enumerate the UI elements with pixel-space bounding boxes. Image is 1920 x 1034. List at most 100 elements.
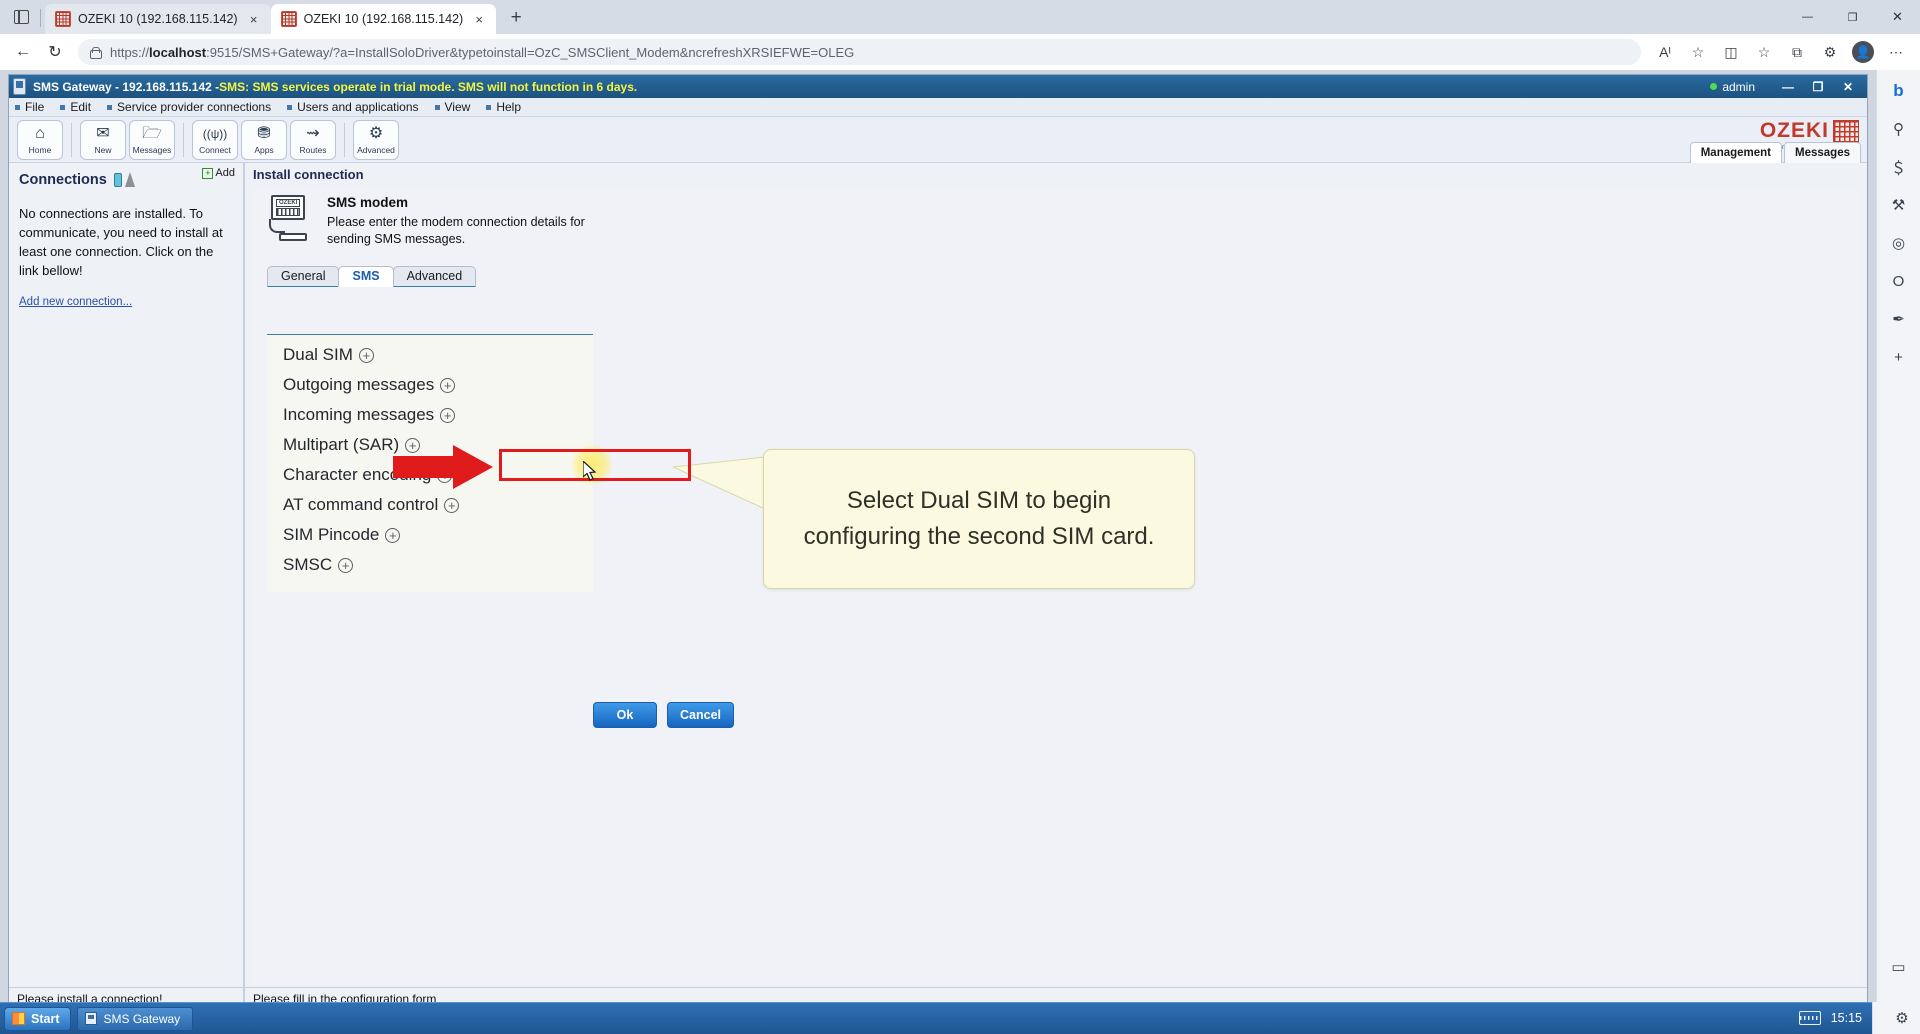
accordion-item-at-command-control[interactable]: AT command control + [267, 490, 593, 520]
collections-icon[interactable]: ⧉ [1781, 38, 1813, 66]
cancel-button[interactable]: Cancel [667, 702, 734, 728]
expand-icon[interactable]: + [440, 407, 456, 423]
sms-modem-icon: OZEKI [267, 195, 313, 243]
close-icon[interactable]: × [245, 10, 263, 28]
clock-label[interactable]: 15:15 [1831, 1011, 1862, 1025]
browser-tab-2[interactable]: OZEKI 10 (192.168.115.142) × [270, 4, 497, 34]
split-screen-icon[interactable]: ◫ [1715, 38, 1747, 66]
favorites-icon[interactable]: ☆ [1748, 38, 1780, 66]
add-connection-label: Add [215, 167, 235, 179]
drop-icon[interactable]: ✒ [1886, 306, 1912, 332]
toolbar-button-home[interactable]: ⌂ Home [17, 119, 63, 160]
copilot-icon[interactable]: b [1886, 78, 1912, 104]
tab-general[interactable]: General [267, 265, 340, 287]
accordion-item-multipart-sar-label: Multipart (SAR) [283, 435, 400, 454]
back-icon[interactable]: ← [8, 38, 38, 66]
menu-item-service-provider-connections-label: Service provider connections [117, 100, 272, 114]
maximize-icon[interactable]: ❐ [1803, 75, 1833, 98]
browser-essentials-icon[interactable]: ⚙ [1814, 38, 1846, 66]
tab-sms[interactable]: SMS [338, 265, 394, 287]
expand-icon[interactable]: + [405, 437, 421, 453]
sms-gateway-icon [85, 1012, 98, 1025]
app-window-controls: admin — ❐ ✕ [1710, 75, 1863, 98]
accordion-item-incoming-messages[interactable]: Incoming messages + [267, 400, 593, 430]
no-connections-message: No connections are installed. To communi… [19, 206, 223, 278]
browser-action-icons: Aᴵ ☆ ◫ ☆ ⧉ ⚙ 👤 ⋯ [1649, 38, 1912, 66]
menu-bullet-icon [287, 104, 293, 110]
keyboard-icon[interactable] [1798, 1011, 1821, 1025]
start-button[interactable]: Start [4, 1006, 72, 1031]
menu-item-users-and-applications[interactable]: Users and applications [287, 100, 427, 114]
menu-item-help-label: Help [496, 100, 521, 114]
tab-management[interactable]: Management [1689, 142, 1783, 163]
toolbar-button-advanced-label: Advanced [357, 144, 395, 155]
windows-logo-icon [12, 1012, 25, 1025]
menu-item-file[interactable]: File [15, 100, 53, 114]
expand-icon[interactable]: + [338, 557, 354, 573]
accordion-item-character-encoding[interactable]: Character encoding + [267, 460, 593, 490]
expand-icon[interactable]: + [385, 527, 401, 543]
tools-icon[interactable]: ⚒ [1886, 192, 1912, 218]
tab-advanced[interactable]: Advanced [392, 265, 477, 287]
tray-settings-icon[interactable]: ⚙ [1892, 1008, 1912, 1028]
toolbar-button-messages[interactable]: 🗁 Messages [129, 119, 175, 160]
accordion-item-multipart-sar[interactable]: Multipart (SAR) + [267, 430, 593, 460]
accordion-item-sim-pincode[interactable]: SIM Pincode + [267, 520, 593, 550]
tab-messages[interactable]: Messages [1784, 142, 1861, 163]
reload-icon[interactable]: ↻ [40, 38, 70, 66]
system-tray: 15:15 [1798, 1002, 1872, 1034]
new-tab-button[interactable]: + [502, 4, 530, 32]
add-new-connection-link[interactable]: Add new connection... [19, 296, 233, 308]
menu-item-help[interactable]: Help [486, 100, 530, 114]
antenna-icon [113, 171, 136, 189]
read-aloud-icon[interactable]: Aᴵ [1649, 38, 1681, 66]
expand-icon[interactable]: + [358, 347, 374, 363]
shopping-icon[interactable]: ＄ [1886, 154, 1912, 180]
add-connection-button[interactable]: + Add [202, 167, 235, 179]
lock-icon [88, 45, 102, 59]
toolbar-button-routes-label: Routes [299, 144, 327, 155]
taskbar-item-sms-gateway-label: SMS Gateway [103, 1011, 181, 1026]
close-icon[interactable]: ✕ [1833, 75, 1863, 98]
favorite-star-icon[interactable]: ☆ [1682, 38, 1714, 66]
expand-icon[interactable]: + [437, 467, 453, 483]
accordion-item-character-encoding-label: Character encoding [283, 465, 432, 484]
add-tool-icon[interactable]: + [1886, 344, 1912, 370]
accordion-item-dual-sim[interactable]: Dual SIM + [267, 341, 593, 370]
expand-icon[interactable]: + [444, 497, 460, 513]
outlook-icon[interactable]: O [1886, 268, 1912, 294]
ok-button[interactable]: Ok [593, 702, 657, 728]
minimize-icon[interactable]: — [1785, 0, 1830, 34]
search-icon[interactable]: ⚲ [1886, 116, 1912, 142]
accordion-item-smsc-label: SMSC [283, 555, 333, 574]
address-bar[interactable]: https://localhost:9515/SMS+Gateway/?a=In… [78, 39, 1641, 65]
browser-tab-1[interactable]: OZEKI 10 (192.168.115.142) × [45, 4, 271, 34]
toolbar-button-advanced[interactable]: ⚙ Advanced [353, 119, 399, 160]
browser-toolbar: ← ↻ https://localhost:9515/SMS+Gateway/?… [0, 34, 1920, 70]
logged-in-user[interactable]: admin [1710, 80, 1755, 94]
menu-bullet-icon [486, 104, 492, 110]
toolbar-button-new[interactable]: ✉ New [80, 119, 126, 160]
toolbar-button-routes[interactable]: ⇝ Routes [290, 119, 336, 160]
menu-item-service-provider-connections[interactable]: Service provider connections [107, 100, 280, 114]
menu-item-view[interactable]: View [434, 100, 480, 114]
close-icon[interactable]: × [470, 10, 488, 28]
trial-warning-text: SMS: SMS services operate in trial mode.… [219, 79, 638, 94]
close-icon[interactable]: ✕ [1875, 0, 1920, 34]
toolbar-button-apps[interactable]: ⛃ Apps [241, 119, 287, 160]
profile-avatar[interactable]: 👤 [1852, 41, 1874, 63]
toolbar-button-connect[interactable]: ((ψ)) Connect [192, 119, 238, 160]
settings-more-icon[interactable]: ⋯ [1880, 38, 1912, 66]
games-icon[interactable]: ◎ [1886, 230, 1912, 256]
accordion-item-outgoing-messages[interactable]: Outgoing messages + [267, 370, 593, 400]
address-bar-text: https://localhost:9515/SMS+Gateway/?a=In… [110, 44, 855, 60]
menu-bullet-icon [107, 104, 113, 110]
menu-item-edit[interactable]: Edit [60, 100, 100, 114]
accordion-item-smsc[interactable]: SMSC + [267, 550, 593, 580]
expand-icon[interactable]: + [440, 377, 456, 393]
minimize-icon[interactable]: — [1773, 75, 1803, 98]
maximize-icon[interactable]: ❐ [1830, 0, 1875, 34]
phone-link-icon[interactable]: ▭ [1886, 954, 1912, 980]
taskbar-item-sms-gateway[interactable]: SMS Gateway [77, 1006, 194, 1031]
tab-actions-icon[interactable] [4, 2, 38, 32]
